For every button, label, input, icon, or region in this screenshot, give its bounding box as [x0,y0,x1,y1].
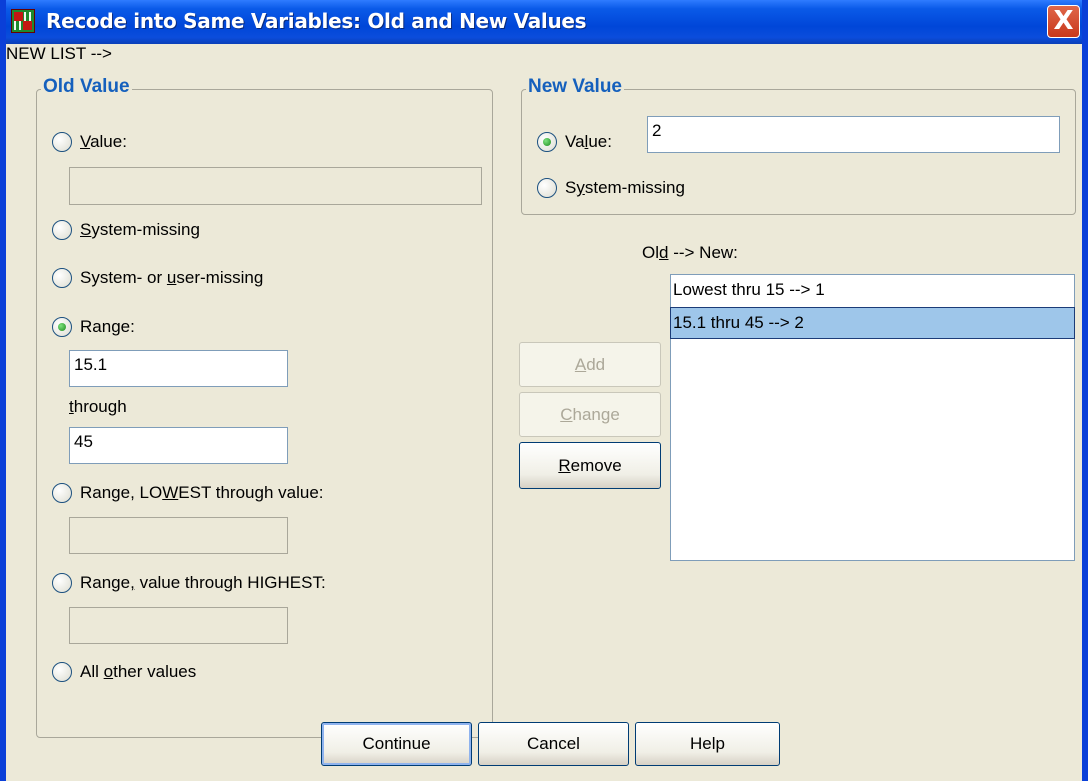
radio-label: Range, LOWEST through value: [80,483,324,502]
radio-label: All other values [80,662,197,681]
radio-button-checked[interactable] [537,132,557,152]
radio-label: Value: [80,132,127,151]
range-to-field[interactable]: 45 [69,427,288,464]
mapping-listbox[interactable]: Lowest thru 15 --> 1 15.1 thru 45 --> 2 [670,274,1075,561]
radio-button-checked[interactable] [52,317,72,337]
close-button[interactable]: X [1047,5,1080,38]
radio-label: Value: [565,132,612,151]
change-button[interactable]: Change [519,392,661,437]
radio-button[interactable] [537,178,557,198]
old-value-radio-range-highest[interactable]: Range, value through HIGHEST: [52,573,326,593]
spss-app-icon [11,9,35,33]
old-value-radio-range-lowest[interactable]: Range, LOWEST through value: [52,483,324,503]
old-value-legend: Old Value [41,76,132,98]
continue-button[interactable]: Continue [321,722,472,766]
radio-label: System- or user-missing [80,268,264,287]
old-value-radio-system-or-user-missing[interactable]: System- or user-missing [52,268,263,288]
range-from-field[interactable]: 15.1 [69,350,288,387]
radio-button[interactable] [52,220,72,240]
radio-button[interactable] [52,132,72,152]
new-value-radio-value[interactable]: Value: [537,132,612,152]
new-value-group: New Value Value: 2 System-missing [521,76,1076,215]
cancel-button[interactable]: Cancel [478,722,629,766]
old-value-radio-value[interactable]: Value: [52,132,127,152]
new-value-legend: New Value [526,76,624,98]
old-value-field[interactable] [69,167,482,205]
range-highest-field[interactable] [69,607,288,644]
radio-label: System-missing [80,220,200,239]
through-label: through [69,397,127,416]
mapping-list-label: Old --> New: [642,243,738,262]
radio-button[interactable] [52,573,72,593]
mapping-list-item[interactable]: Lowest thru 15 --> 1 [671,275,1074,307]
old-value-radio-system-missing[interactable]: System-missing [52,220,200,240]
radio-label: Range, value through HIGHEST: [80,573,326,592]
title-bar[interactable]: Recode into Same Variables: Old and New … [0,0,1088,44]
window-title: Recode into Same Variables: Old and New … [46,9,587,33]
old-value-radio-range[interactable]: Range: [52,317,135,337]
new-value-field[interactable]: 2 [647,116,1060,153]
add-button[interactable]: Add [519,342,661,387]
old-value-group: Old Value Value: System-missing System- … [36,76,493,738]
radio-label: System-missing [565,178,685,197]
help-button[interactable]: Help [635,722,780,766]
radio-button[interactable] [52,662,72,682]
radio-label: Range: [80,317,135,336]
range-lowest-field[interactable] [69,517,288,554]
old-value-radio-all-other[interactable]: All other values [52,662,196,682]
window-frame-right [1082,0,1088,781]
mapping-list-item-selected[interactable]: 15.1 thru 45 --> 2 [670,307,1075,339]
remove-button[interactable]: Remove [519,442,661,489]
new-value-radio-system-missing[interactable]: System-missing [537,178,685,198]
radio-button[interactable] [52,268,72,288]
dialog-body: Old Value Value: System-missing System- … [6,44,1082,781]
radio-button[interactable] [52,483,72,503]
